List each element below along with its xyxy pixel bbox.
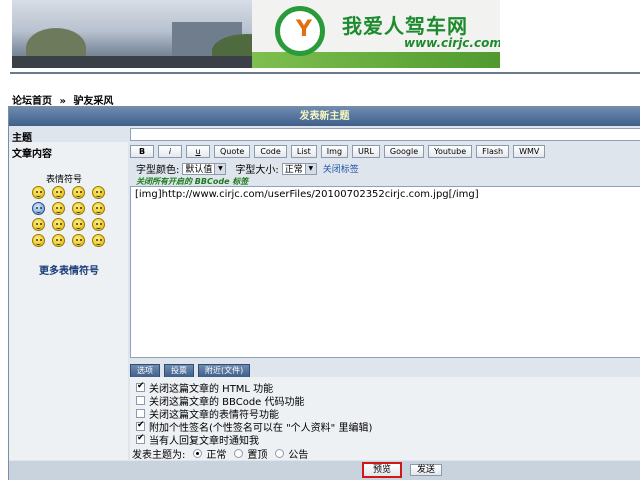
italic-button[interactable]: i <box>158 145 182 158</box>
emoticon-icon[interactable] <box>32 234 45 247</box>
bold-button[interactable]: B <box>130 145 154 158</box>
google-button[interactable]: Google <box>383 145 425 158</box>
topic-announce-radio[interactable] <box>275 449 285 458</box>
tab-attachments[interactable]: 附近(文件) <box>198 364 251 378</box>
content-label: 文章内容 <box>12 149 52 160</box>
logo-url: www.cirjc.com <box>404 36 500 50</box>
topic-sticky-radio[interactable] <box>234 449 244 458</box>
disable-smilies-checkbox[interactable] <box>136 409 145 418</box>
emoticon-icon[interactable] <box>32 186 45 199</box>
emoticons-title: 表情符号 <box>46 175 83 185</box>
url-button[interactable]: URL <box>352 145 380 158</box>
emoticon-icon[interactable] <box>32 202 45 215</box>
youtube-button[interactable]: Youtube <box>428 145 473 158</box>
banner-divider <box>10 72 640 74</box>
notify-reply-checkbox[interactable] <box>136 433 145 444</box>
emoticon-icon[interactable] <box>92 202 105 215</box>
option-label: 当有人回复文章时通知我 <box>149 436 259 447</box>
send-button[interactable]: 发送 <box>410 464 442 476</box>
topic-type-label: 发表主题为: <box>132 450 186 461</box>
font-options-row: 字型颜色: 默认值 ▼ 字型大小: 正常 ▼ 关闭标签 <box>136 161 359 176</box>
list-button[interactable]: List <box>290 145 317 158</box>
emoticon-icon[interactable] <box>72 202 85 215</box>
emoticon-icon[interactable] <box>52 202 65 215</box>
font-size-select[interactable]: 正常 ▼ <box>281 162 317 175</box>
img-button[interactable]: Img <box>320 145 349 158</box>
chevron-down-icon: ▼ <box>304 163 316 174</box>
emoticon-icon[interactable] <box>52 218 65 231</box>
emoticon-icon[interactable] <box>92 218 105 231</box>
wmv-button[interactable]: WMV <box>513 145 546 158</box>
disable-html-checkbox[interactable] <box>136 381 145 392</box>
font-color-label: 字型颜色: <box>136 165 180 176</box>
site-banner: Y 我爱人驾车网 www.cirjc.com <box>0 0 640 78</box>
subject-input[interactable] <box>130 128 640 141</box>
bbcode-toolbar: B i u Quote Code List Img URL Google You… <box>130 145 546 159</box>
font-size-label: 字型大小: <box>235 165 279 176</box>
topic-normal-radio[interactable] <box>193 449 203 458</box>
emoticon-icon[interactable] <box>72 186 85 199</box>
topic-normal-label: 正常 <box>206 450 227 461</box>
disable-bbcode-checkbox[interactable] <box>136 396 145 405</box>
attach-signature-checkbox[interactable] <box>136 420 145 431</box>
logo-text: 我爱人驾车网 <box>342 14 468 38</box>
tab-poll[interactable]: 投票 <box>164 364 194 378</box>
banner-grass <box>252 52 500 68</box>
banner-image: Y 我爱人驾车网 www.cirjc.com <box>12 0 500 68</box>
topic-announce-label: 公告 <box>288 450 309 461</box>
logo-icon: Y <box>275 6 325 56</box>
font-color-value: 默认值 <box>185 165 213 175</box>
quote-button[interactable]: Quote <box>214 145 251 158</box>
flash-button[interactable]: Flash <box>476 145 510 158</box>
option-tabs: 选项 投票 附近(文件) <box>130 364 251 378</box>
underline-button[interactable]: u <box>186 145 210 158</box>
breadcrumb: 论坛首页 » 驴友采风 <box>12 92 117 107</box>
more-emoticons-link[interactable]: 更多表情符号 <box>34 266 104 278</box>
submit-bar <box>9 461 640 480</box>
emoticon-icon[interactable] <box>72 218 85 231</box>
close-tags-link[interactable]: 关闭标签 <box>323 162 359 175</box>
option-row: 当有人回复文章时通知我 <box>136 432 259 447</box>
code-button[interactable]: Code <box>254 145 287 158</box>
emoticon-icon[interactable] <box>32 218 45 231</box>
content-textarea[interactable]: [img]http://www.cirjc.com/userFiles/2010… <box>130 186 640 358</box>
chevron-down-icon: ▼ <box>214 163 226 174</box>
emoticons-grid <box>32 186 112 247</box>
form-header: 发表新主题 <box>9 107 640 126</box>
topic-sticky-label: 置顶 <box>247 450 268 461</box>
preview-button[interactable]: 预览 <box>362 462 402 478</box>
topic-type-row: 发表主题为: 正常 置顶 公告 <box>132 446 308 461</box>
emoticon-icon[interactable] <box>52 234 65 247</box>
emoticon-icon[interactable] <box>72 234 85 247</box>
emoticon-icon[interactable] <box>92 234 105 247</box>
font-size-value: 正常 <box>284 165 303 175</box>
tab-options[interactable]: 选项 <box>130 364 160 378</box>
emoticon-icon[interactable] <box>92 186 105 199</box>
font-color-select[interactable]: 默认值 ▼ <box>182 162 227 175</box>
emoticon-icon[interactable] <box>52 186 65 199</box>
